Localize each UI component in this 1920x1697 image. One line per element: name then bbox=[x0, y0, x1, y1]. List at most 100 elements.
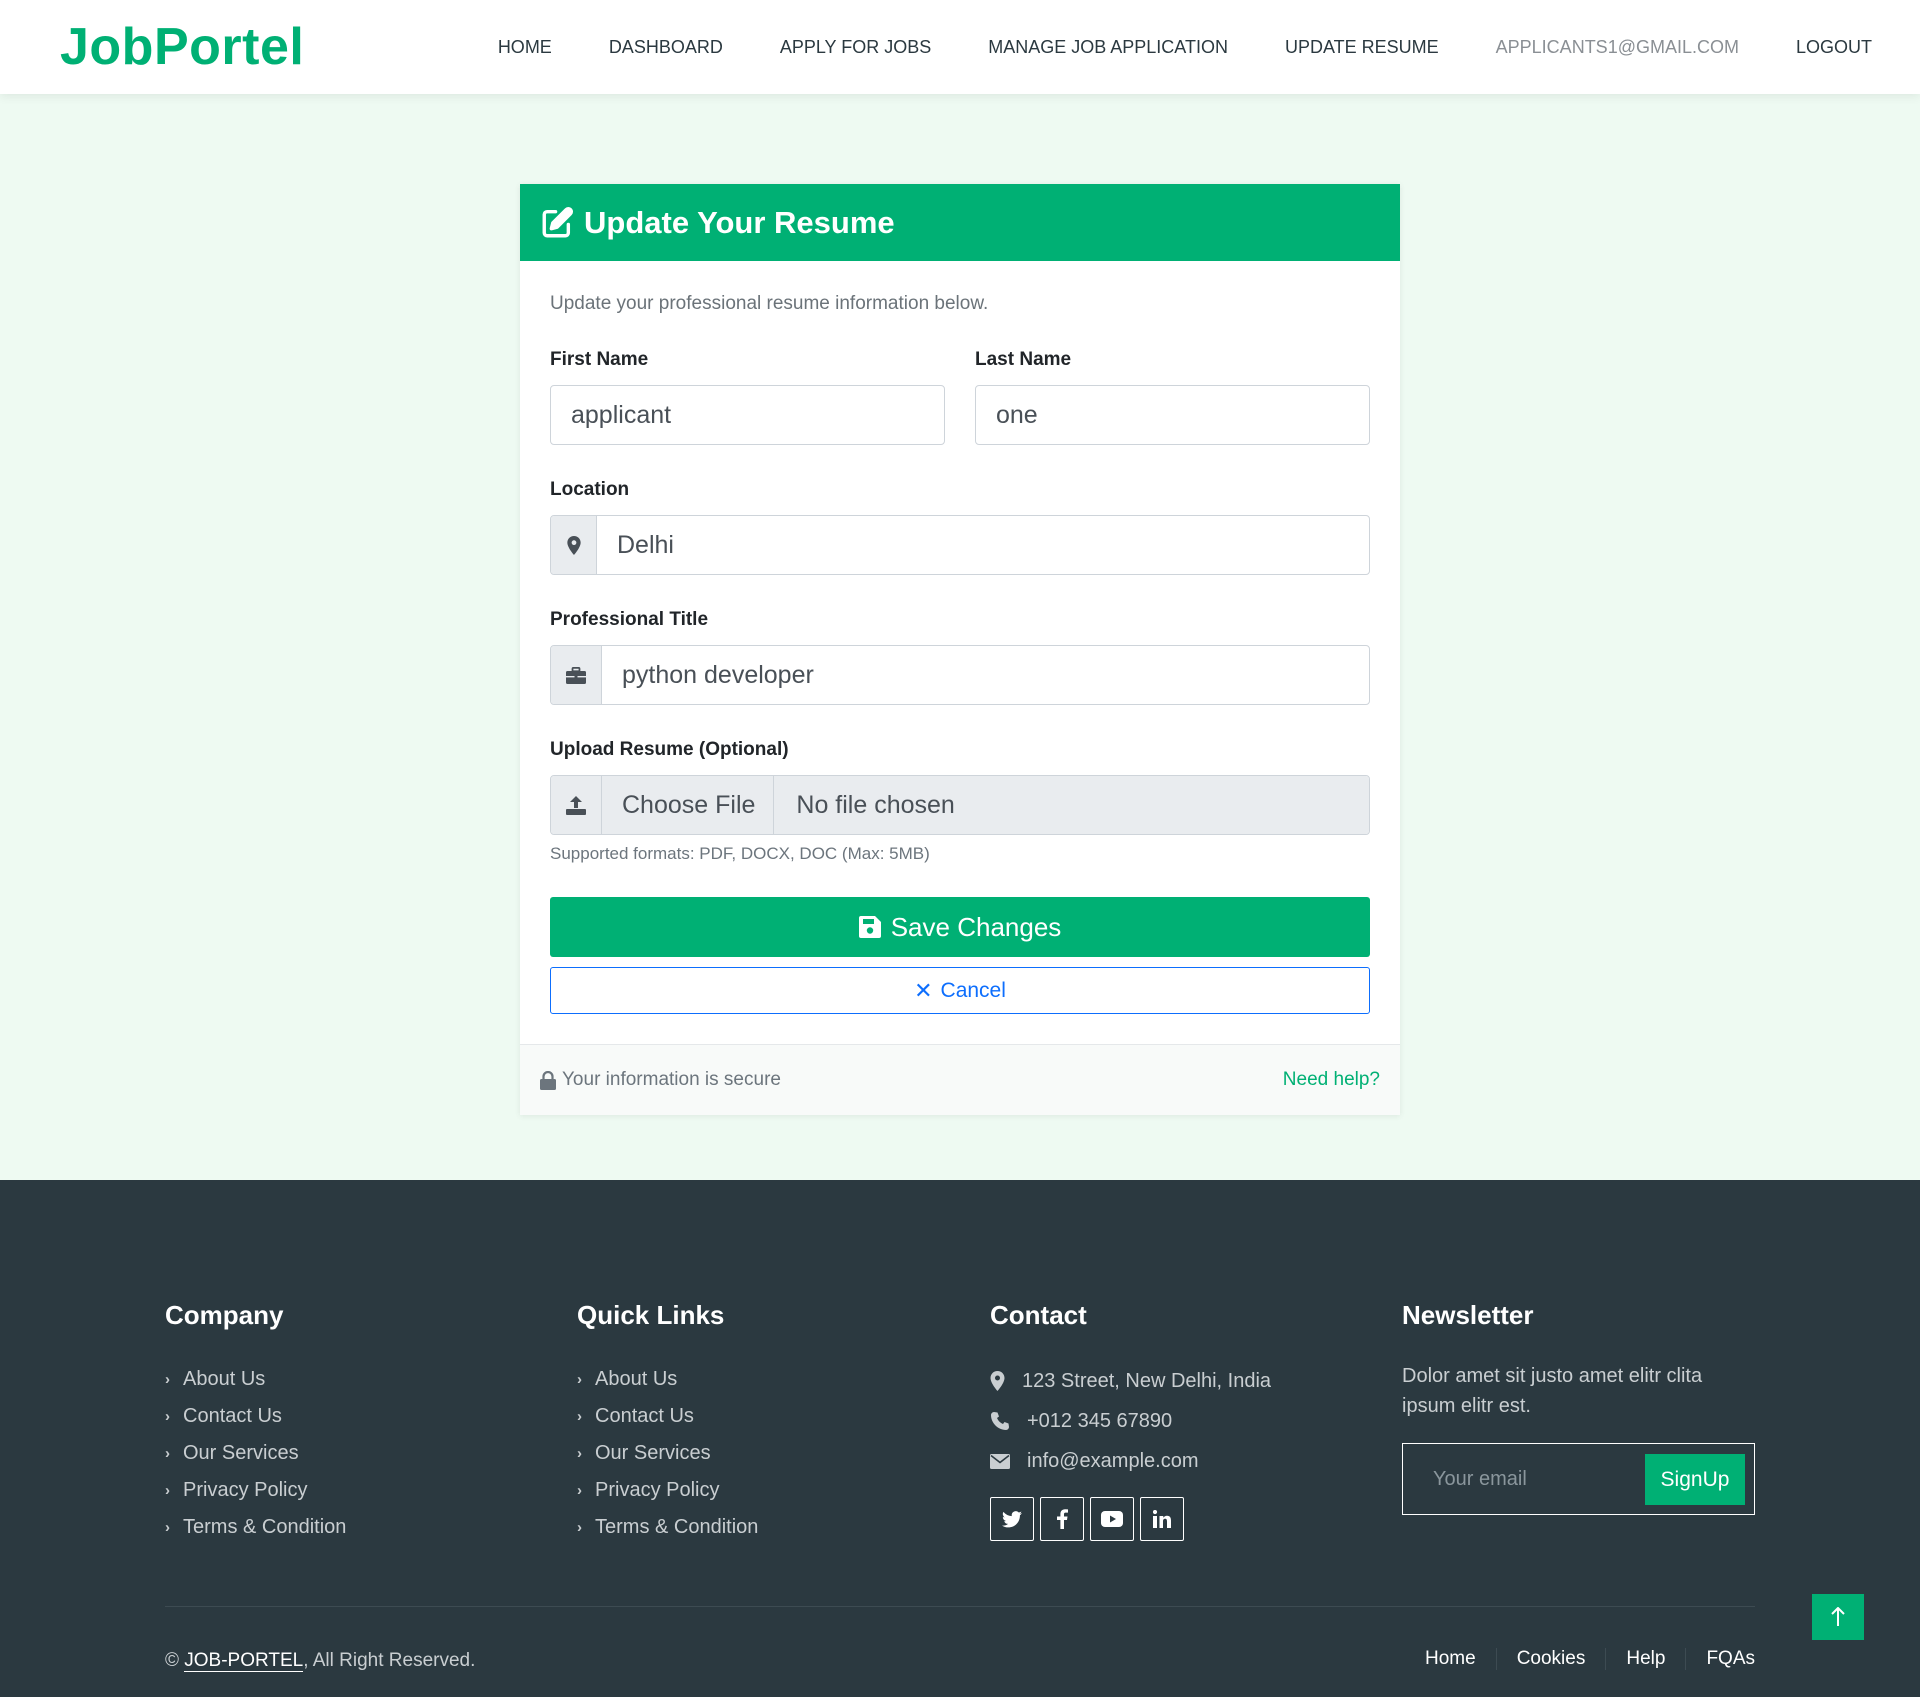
contact-email-text: info@example.com bbox=[1027, 1449, 1199, 1472]
contact-address: 123 Street, New Delhi, India bbox=[990, 1361, 1271, 1401]
facebook-button[interactable] bbox=[1040, 1497, 1084, 1541]
arrow-up-icon bbox=[1831, 1607, 1845, 1626]
chevron-right-icon: › bbox=[165, 1445, 170, 1462]
copyright-brand-link[interactable]: JOB-PORTEL bbox=[184, 1650, 304, 1672]
upload-addon bbox=[551, 776, 602, 834]
footer-menu-help[interactable]: Help bbox=[1605, 1648, 1685, 1670]
footer-link[interactable]: › Contact Us bbox=[577, 1398, 758, 1435]
update-resume-card: Update Your Resume Update your professio… bbox=[520, 184, 1400, 1115]
footer-menu-faqs[interactable]: FQAs bbox=[1685, 1648, 1755, 1670]
secure-note: Your information is secure bbox=[540, 1069, 781, 1091]
save-icon bbox=[858, 916, 881, 938]
footer-menu-home[interactable]: Home bbox=[1405, 1648, 1496, 1670]
location-input[interactable]: Delhi bbox=[597, 516, 1369, 574]
back-to-top-button[interactable] bbox=[1812, 1594, 1864, 1640]
copyright-symbol: © bbox=[165, 1650, 179, 1671]
signup-button[interactable]: SignUp bbox=[1645, 1454, 1745, 1505]
footer-link-label: About Us bbox=[595, 1368, 678, 1390]
nav-dashboard[interactable]: DASHBOARD bbox=[609, 37, 723, 58]
footer-link[interactable]: › Our Services bbox=[165, 1435, 346, 1472]
last-name-input[interactable]: one bbox=[975, 385, 1370, 445]
nav-update-resume[interactable]: UPDATE RESUME bbox=[1285, 37, 1439, 58]
nav-home[interactable]: HOME bbox=[498, 37, 552, 58]
nav-apply-jobs[interactable]: APPLY FOR JOBS bbox=[780, 37, 931, 58]
navbar: JobPortel HOME DASHBOARD APPLY FOR JOBS … bbox=[0, 0, 1920, 94]
footer-link-label: Our Services bbox=[595, 1442, 711, 1464]
copyright-text: , All Right Reserved. bbox=[303, 1650, 476, 1671]
chevron-right-icon: › bbox=[577, 1445, 582, 1462]
professional-title-input[interactable]: python developer bbox=[602, 646, 1369, 704]
edit-icon bbox=[542, 206, 574, 237]
brand-logo[interactable]: JobPortel bbox=[60, 17, 304, 77]
first-name-label: First Name bbox=[550, 349, 649, 370]
chevron-right-icon: › bbox=[165, 1519, 170, 1536]
site-footer: Company › About Us › Contact Us › Our Servi… bbox=[0, 1180, 1920, 1697]
briefcase-icon bbox=[566, 666, 586, 684]
cancel-label: Cancel bbox=[940, 978, 1006, 1002]
newsletter-email-input[interactable]: Your email bbox=[1433, 1468, 1527, 1491]
footer-link-label: Privacy Policy bbox=[595, 1479, 720, 1501]
chevron-right-icon: › bbox=[577, 1482, 582, 1499]
envelope-icon bbox=[990, 1453, 1010, 1469]
linkedin-button[interactable] bbox=[1140, 1497, 1184, 1541]
footer-contact-heading: Contact bbox=[990, 1300, 1087, 1330]
professional-title-group: python developer bbox=[550, 645, 1370, 705]
first-name-input[interactable]: applicant bbox=[550, 385, 945, 445]
linkedin-icon bbox=[1153, 1510, 1171, 1528]
chevron-right-icon: › bbox=[577, 1371, 582, 1388]
contact-phone: +012 345 67890 bbox=[990, 1401, 1271, 1441]
twitter-button[interactable] bbox=[990, 1497, 1034, 1541]
footer-divider bbox=[165, 1606, 1755, 1607]
lock-icon bbox=[540, 1070, 556, 1090]
copyright: © JOB-PORTEL, All Right Reserved. bbox=[165, 1650, 475, 1672]
nav-user-email[interactable]: APPLICANTS1@GMAIL.COM bbox=[1496, 37, 1739, 58]
footer-link[interactable]: › Our Services bbox=[577, 1435, 758, 1472]
chevron-right-icon: › bbox=[577, 1408, 582, 1425]
footer-link[interactable]: › Privacy Policy bbox=[165, 1472, 346, 1509]
chevron-right-icon: › bbox=[165, 1482, 170, 1499]
footer-link[interactable]: › Privacy Policy bbox=[577, 1472, 758, 1509]
footer-quick-heading: Quick Links bbox=[577, 1300, 725, 1330]
choose-file-button[interactable]: Choose File bbox=[602, 776, 775, 834]
nav-manage-applications[interactable]: MANAGE JOB APPLICATION bbox=[988, 37, 1228, 58]
twitter-icon bbox=[1002, 1510, 1022, 1527]
footer-link-label: Terms & Condition bbox=[595, 1516, 759, 1538]
map-marker-icon bbox=[566, 535, 581, 555]
footer-link[interactable]: › Contact Us bbox=[165, 1398, 346, 1435]
professional-title-label: Professional Title bbox=[550, 609, 709, 630]
file-input[interactable]: Choose File No file chosen bbox=[602, 776, 1369, 834]
youtube-button[interactable] bbox=[1090, 1497, 1134, 1541]
cancel-button[interactable]: ✕ Cancel bbox=[550, 967, 1370, 1014]
briefcase-addon bbox=[551, 646, 602, 704]
footer-bottom-menu: Home Cookies Help FQAs bbox=[1405, 1648, 1755, 1670]
chevron-right-icon: › bbox=[165, 1408, 170, 1425]
chevron-right-icon: › bbox=[577, 1519, 582, 1536]
nav-menu: HOME DASHBOARD APPLY FOR JOBS MANAGE JOB… bbox=[441, 0, 1920, 94]
contact-address-text: 123 Street, New Delhi, India bbox=[1022, 1369, 1272, 1392]
footer-company-heading: Company bbox=[165, 1300, 284, 1330]
footer-link-label: Contact Us bbox=[183, 1405, 282, 1427]
need-help-link[interactable]: Need help? bbox=[1283, 1069, 1380, 1091]
footer-link[interactable]: › Terms & Condition bbox=[577, 1509, 758, 1546]
nav-logout[interactable]: LOGOUT bbox=[1796, 37, 1872, 58]
newsletter-form: Your email SignUp bbox=[1402, 1443, 1755, 1515]
footer-quick-links: Quick Links › About Us › Contact Us › Our S… bbox=[577, 1300, 758, 1546]
form-subtitle: Update your professional resume informat… bbox=[550, 293, 989, 314]
social-links bbox=[990, 1497, 1271, 1541]
youtube-icon bbox=[1101, 1511, 1123, 1527]
footer-link[interactable]: › About Us bbox=[165, 1361, 346, 1398]
footer-link-label: About Us bbox=[183, 1368, 266, 1390]
chevron-right-icon: › bbox=[165, 1371, 170, 1388]
first-name-group: First Name applicant bbox=[550, 315, 945, 445]
footer-menu-cookies[interactable]: Cookies bbox=[1495, 1648, 1606, 1670]
save-changes-button[interactable]: Save Changes bbox=[550, 897, 1370, 957]
footer-link[interactable]: › Terms & Condition bbox=[165, 1509, 346, 1546]
upload-resume-label: Upload Resume (Optional) bbox=[550, 739, 789, 760]
formats-hint: Supported formats: PDF, DOCX, DOC (Max: … bbox=[550, 844, 930, 863]
footer-link-label: Our Services bbox=[183, 1442, 299, 1464]
footer-link[interactable]: › About Us bbox=[577, 1361, 758, 1398]
footer-newsletter-heading: Newsletter bbox=[1402, 1300, 1534, 1330]
file-status-text: No file chosen bbox=[796, 790, 955, 819]
card-title: Update Your Resume bbox=[584, 204, 895, 240]
location-addon bbox=[551, 516, 597, 574]
